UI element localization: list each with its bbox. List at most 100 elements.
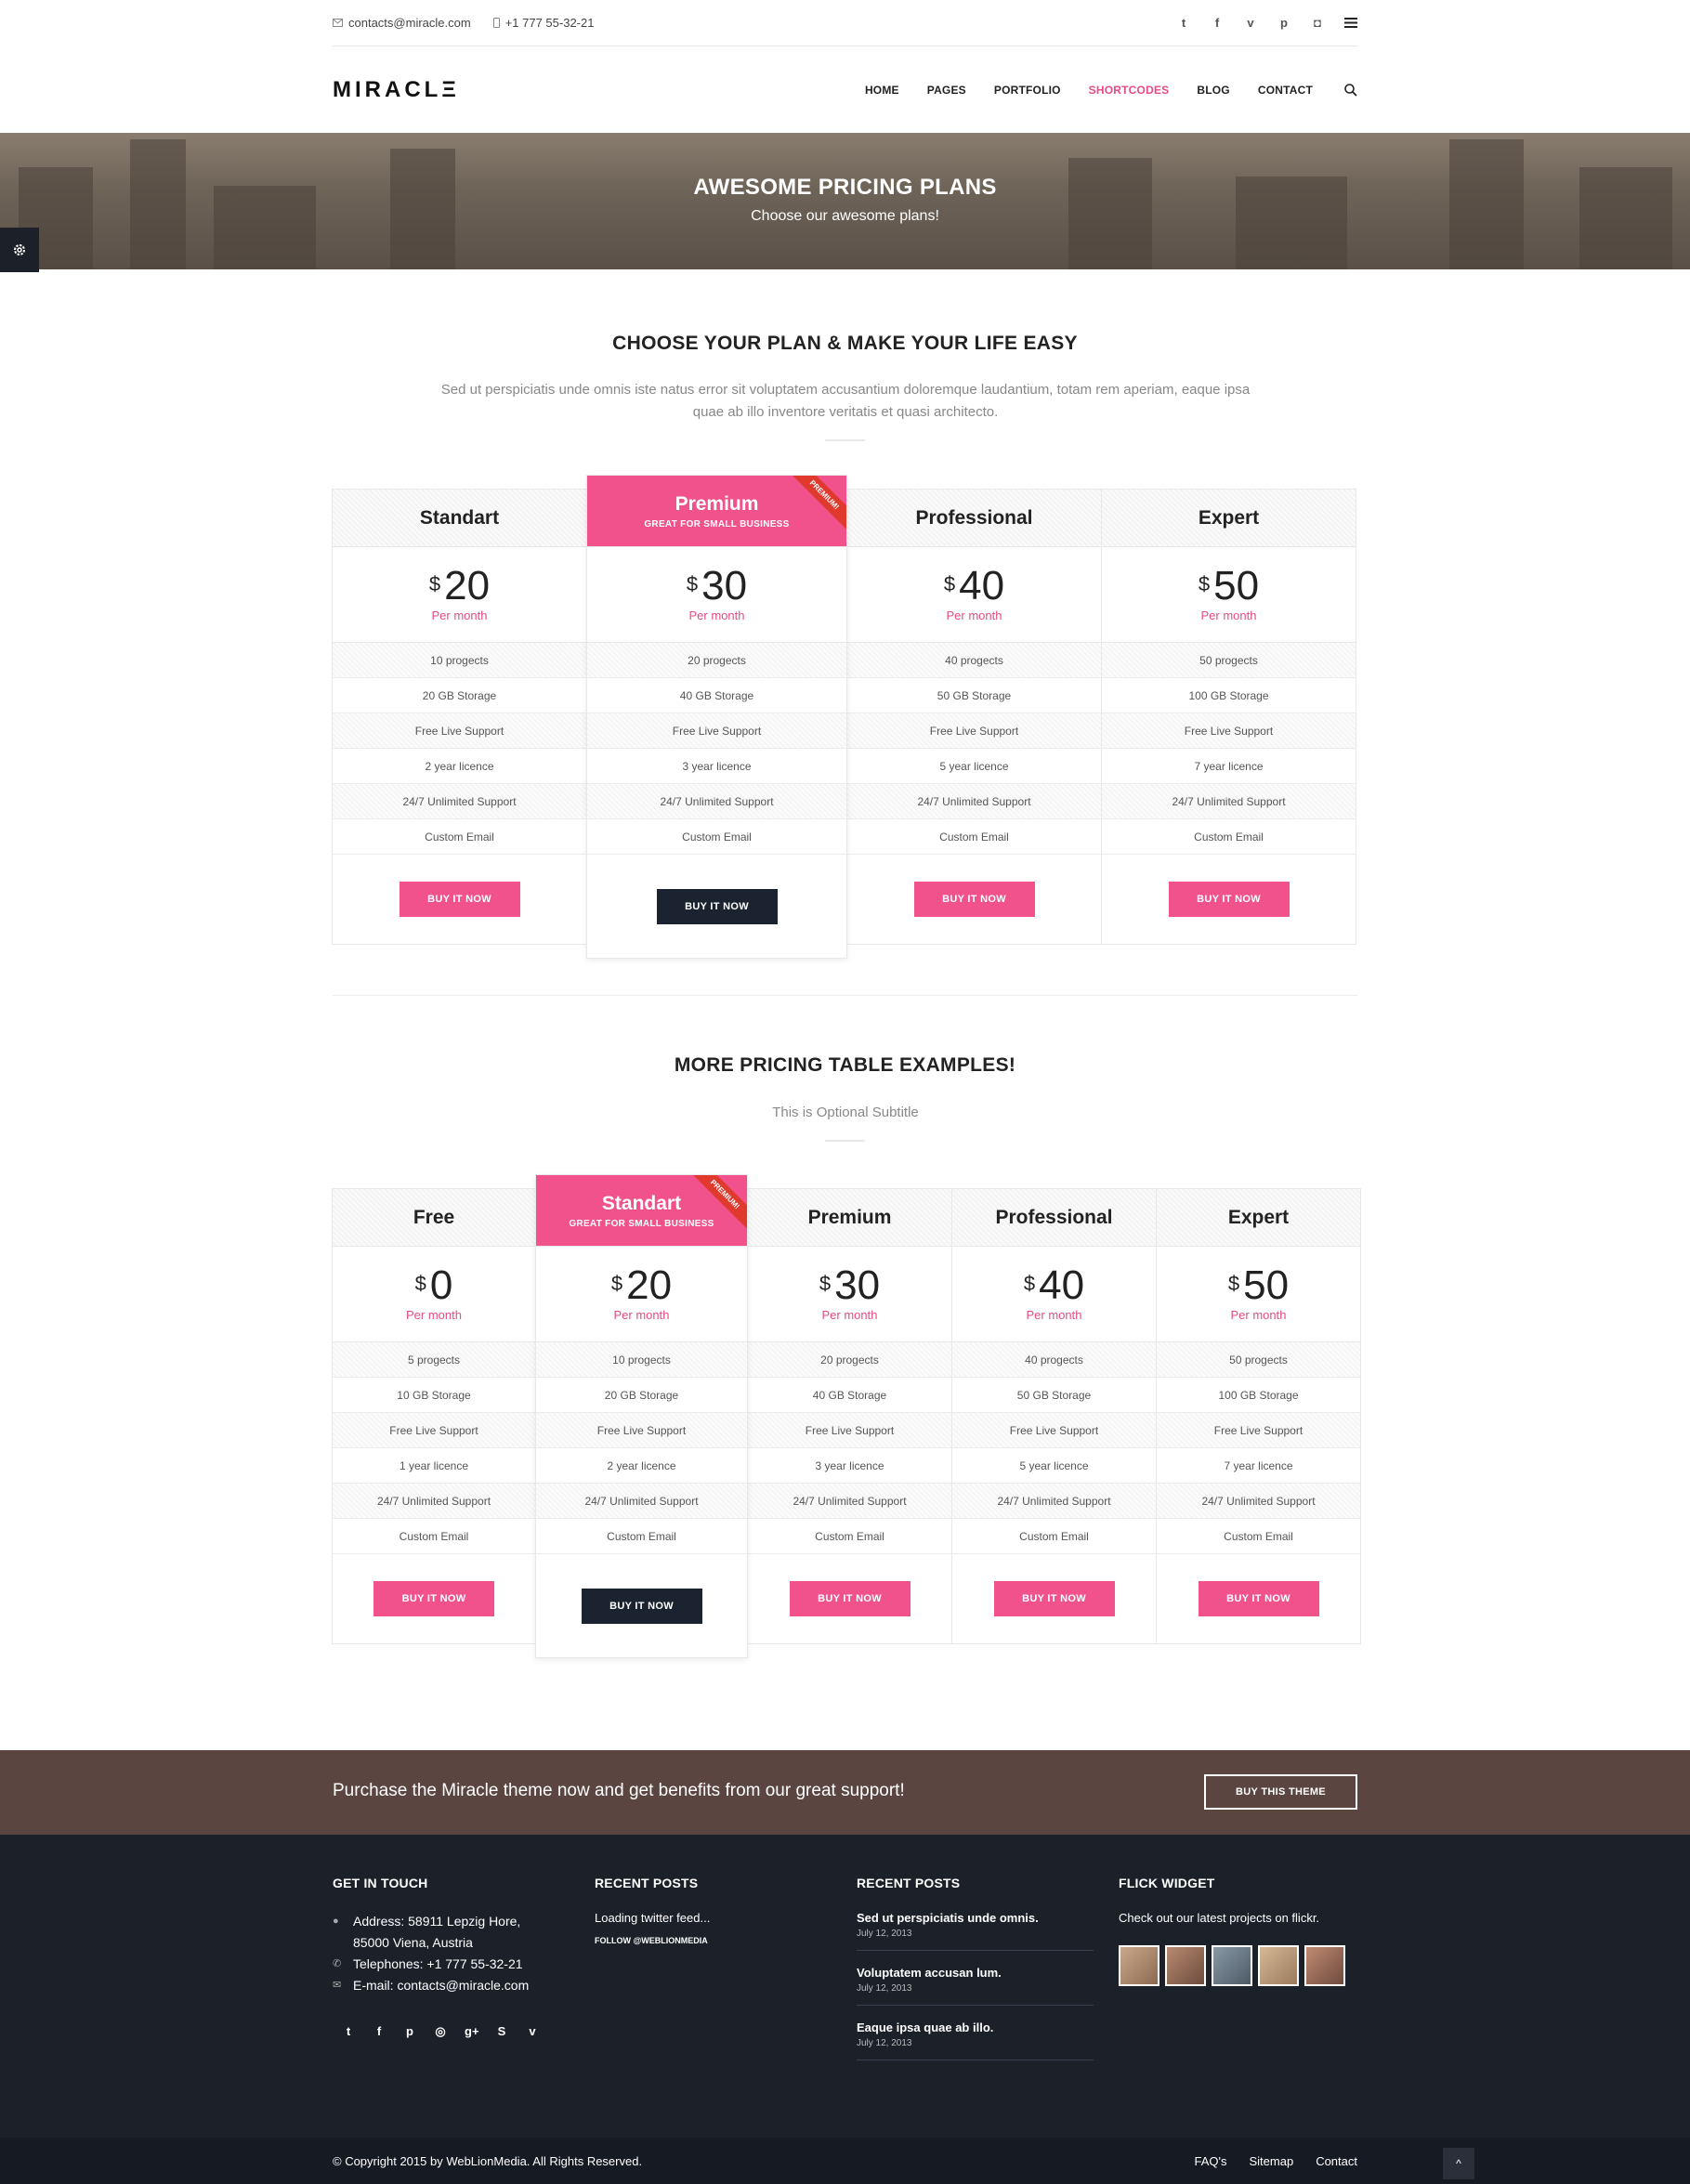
feature-item: 10 progects bbox=[333, 643, 586, 678]
post-item[interactable]: Sed ut perspiciatis unde omnis. July 12, … bbox=[857, 1911, 1094, 1951]
flickr-thumbnail[interactable] bbox=[1212, 1945, 1252, 1986]
buy-now-button[interactable]: BUY IT NOW bbox=[399, 882, 520, 917]
plan-header: Standart GREAT FOR SMALL BUSINESS PREMIUM! bbox=[536, 1175, 747, 1247]
nav-portfolio[interactable]: PORTFOLIO bbox=[994, 84, 1061, 97]
flickr-thumbnail[interactable] bbox=[1258, 1945, 1299, 1986]
dribbble-icon[interactable]: ◎ bbox=[434, 2024, 447, 2039]
site-logo[interactable]: MIRACLΞ bbox=[333, 77, 460, 103]
feature-item: 7 year licence bbox=[1102, 749, 1356, 784]
feature-item: Free Live Support bbox=[1102, 713, 1356, 749]
price-amount: 20 bbox=[444, 563, 491, 608]
address-line: 85000 Viena, Austria bbox=[353, 1935, 473, 1950]
flickr-thumbnail[interactable] bbox=[1304, 1945, 1345, 1986]
nav-pages[interactable]: PAGES bbox=[927, 84, 966, 97]
currency-symbol: $ bbox=[686, 572, 699, 595]
feature-item: 20 GB Storage bbox=[333, 678, 586, 713]
flickr-thumbnail[interactable] bbox=[1119, 1945, 1159, 1986]
twitter-icon[interactable]: t bbox=[1177, 16, 1190, 30]
buy-theme-button[interactable]: BUY THIS THEME bbox=[1204, 1774, 1357, 1810]
feature-list: 10 progects 20 GB Storage Free Live Suppor… bbox=[333, 643, 586, 855]
plan-name: Premium bbox=[807, 1206, 892, 1228]
feature-item: 5 year licence bbox=[847, 749, 1101, 784]
buy-now-button[interactable]: BUY IT NOW bbox=[1198, 1581, 1319, 1616]
nav-home[interactable]: HOME bbox=[865, 84, 899, 97]
buy-now-button[interactable]: BUY IT NOW bbox=[581, 1588, 702, 1624]
nav-contact[interactable]: CONTACT bbox=[1258, 84, 1313, 97]
plan-name: Expert bbox=[1198, 506, 1260, 529]
facebook-icon[interactable]: f bbox=[1211, 16, 1224, 30]
post-date: July 12, 2013 bbox=[857, 1983, 912, 1994]
pricing-column: Professional $40 Per month 40 progects 50 GB… bbox=[951, 1188, 1157, 1644]
feature-list: 10 progects 20 GB Storage Free Live Suppor… bbox=[536, 1342, 747, 1554]
nav-blog[interactable]: BLOG bbox=[1197, 84, 1229, 97]
premium-ribbon: PREMIUM! bbox=[785, 476, 846, 534]
feature-item: 24/7 Unlimited Support bbox=[952, 1484, 1156, 1519]
buy-now-button[interactable]: BUY IT NOW bbox=[1168, 882, 1290, 917]
pricing-column: Premium $30 Per month 20 progects 40 GB Stor… bbox=[747, 1188, 952, 1644]
google-plus-icon[interactable]: g+ bbox=[465, 2024, 479, 2039]
buy-now-button[interactable]: BUY IT NOW bbox=[789, 1581, 911, 1616]
feature-item: Free Live Support bbox=[1157, 1413, 1360, 1448]
pinterest-icon[interactable]: p bbox=[1277, 16, 1290, 30]
plan-name: Premium bbox=[675, 492, 759, 515]
feature-list: 40 progects 50 GB Storage Free Live Suppor… bbox=[952, 1342, 1156, 1554]
post-item[interactable]: Voluptatem accusan lum. July 12, 2013 bbox=[857, 1966, 1094, 2006]
back-to-top-button[interactable]: ^ bbox=[1443, 2148, 1474, 2179]
plan-price: $30 Per month bbox=[748, 1247, 951, 1342]
plan-name: Free bbox=[413, 1206, 455, 1228]
buy-now-button[interactable]: BUY IT NOW bbox=[373, 1581, 494, 1616]
feature-item: 50 GB Storage bbox=[847, 678, 1101, 713]
pricing-column: Expert $50 Per month 50 progects 100 GB Stor… bbox=[1101, 489, 1356, 945]
facebook-icon[interactable]: f bbox=[373, 2024, 386, 2039]
footer-phone: ✆ Telephones: +1 777 55-32-21 bbox=[333, 1954, 574, 1975]
hamburger-menu-icon[interactable] bbox=[1344, 18, 1357, 28]
feature-item: 20 progects bbox=[587, 643, 846, 678]
feature-item: 10 progects bbox=[536, 1342, 747, 1378]
feature-item: 24/7 Unlimited Support bbox=[536, 1484, 747, 1519]
settings-toggle[interactable] bbox=[0, 228, 39, 272]
search-icon[interactable] bbox=[1344, 83, 1357, 97]
contact-link[interactable]: Contact bbox=[1316, 2154, 1357, 2168]
footer-email[interactable]: ✉ E-mail: contacts@miracle.com bbox=[333, 1975, 574, 1996]
post-item[interactable]: Eaque ipsa quae ab illo. July 12, 2013 bbox=[857, 2021, 1094, 2060]
plan-footer: BUY IT NOW bbox=[333, 1554, 535, 1643]
top-phone-text: +1 777 55-32-21 bbox=[504, 16, 595, 30]
flickr-thumbnail[interactable] bbox=[1165, 1945, 1206, 1986]
feature-item: 50 progects bbox=[1157, 1342, 1360, 1378]
buy-now-button[interactable]: BUY IT NOW bbox=[656, 888, 778, 924]
feature-item: 2 year licence bbox=[333, 749, 586, 784]
vimeo-icon[interactable]: v bbox=[526, 2024, 539, 2039]
plan-header: Standart bbox=[333, 490, 586, 547]
faq-link[interactable]: FAQ's bbox=[1194, 2154, 1226, 2168]
sitemap-link[interactable]: Sitemap bbox=[1249, 2154, 1293, 2168]
twitter-follow-link[interactable]: FOLLOW @WEBLIONMEDIA bbox=[595, 1936, 827, 1945]
footer-heading: RECENT POSTS bbox=[595, 1876, 699, 1890]
skype-icon[interactable]: S bbox=[495, 2024, 508, 2039]
nav-shortcodes[interactable]: SHORTCODES bbox=[1089, 84, 1170, 97]
feature-item: 24/7 Unlimited Support bbox=[1102, 784, 1356, 819]
plan-header: Free bbox=[333, 1189, 535, 1247]
twitter-icon[interactable]: t bbox=[342, 2024, 355, 2039]
plan-footer: BUY IT NOW bbox=[536, 1554, 747, 1657]
post-title: Voluptatem accusan lum. bbox=[857, 1966, 1002, 1980]
top-email[interactable]: contacts@miracle.com bbox=[333, 16, 471, 30]
hero-building bbox=[1449, 139, 1524, 269]
feature-item: 100 GB Storage bbox=[1102, 678, 1356, 713]
feature-item: 20 GB Storage bbox=[536, 1378, 747, 1413]
plan-price: $40 Per month bbox=[952, 1247, 1156, 1342]
vimeo-icon[interactable]: v bbox=[1244, 16, 1257, 30]
chevron-up-icon: ^ bbox=[1456, 2157, 1461, 2170]
buy-now-button[interactable]: BUY IT NOW bbox=[913, 882, 1035, 917]
buy-now-button[interactable]: BUY IT NOW bbox=[993, 1581, 1115, 1616]
bottom-bar: © Copyright 2015 by WebLionMedia. All Ri… bbox=[0, 2138, 1690, 2184]
feature-list: 40 progects 50 GB Storage Free Live Suppor… bbox=[847, 643, 1101, 855]
feature-item: Free Live Support bbox=[748, 1413, 951, 1448]
pricing-column: Expert $50 Per month 50 progects 100 GB Stor… bbox=[1156, 1188, 1361, 1644]
pricing-table-1: Standart $20 Per month 10 progects 20 GB Sto… bbox=[332, 475, 1356, 959]
plan-price: $20 Per month bbox=[333, 547, 586, 643]
instagram-icon[interactable]: ◘ bbox=[1311, 16, 1324, 30]
plan-footer: BUY IT NOW bbox=[1102, 855, 1356, 944]
pinterest-icon[interactable]: p bbox=[403, 2024, 416, 2039]
feature-item: 24/7 Unlimited Support bbox=[748, 1484, 951, 1519]
twitter-loading: Loading twitter feed... bbox=[595, 1911, 711, 1925]
